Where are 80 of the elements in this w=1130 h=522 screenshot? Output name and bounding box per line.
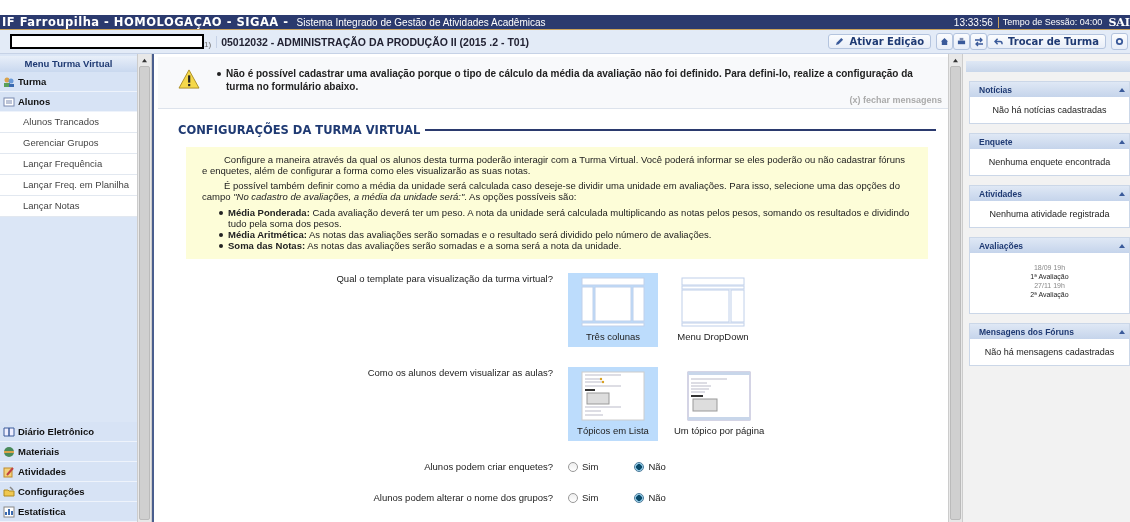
folder-icon <box>3 485 15 498</box>
radio-label: Não <box>648 492 666 503</box>
info-paragraph: Configure a maneira através da qual os alunos desta turma poderão interagir com a Turma Virtual. Você poderá informar se eles poderão ou não cadastrar fóruns e enquetes, além de configurar a forma como eles visualizarão as suas notas. <box>202 154 907 176</box>
settings-button[interactable] <box>1111 33 1128 50</box>
layout-option[interactable]: Três colunas <box>568 273 658 347</box>
panel-text: Nenhuma enquete encontrada <box>988 157 1111 167</box>
menu-item[interactable]: Lançar Frequência <box>0 154 137 175</box>
pencil-icon <box>835 37 845 46</box>
switch-class-button[interactable]: Trocar de Turma <box>987 34 1106 49</box>
menu-section[interactable]: Atividades <box>0 462 137 482</box>
menu-section[interactable]: Alunos <box>0 92 137 112</box>
swap-button[interactable] <box>970 33 987 50</box>
question-label: Alunos podem criar enquetes? <box>423 461 554 472</box>
warning-icon <box>178 69 200 89</box>
menu-title: Menu Turma Virtual <box>0 56 137 72</box>
menu-item[interactable]: Alunos Trancados <box>0 112 137 133</box>
panel-title: Enquete <box>979 136 1013 147</box>
menu-section[interactable]: Configurações <box>0 482 137 502</box>
info-paragraph: É possível também definir como a média da unidade será calculada caso deseje-se dividir uma unidade em avaliações. Para isso, selecione uma das opções do campo "No cadastro de avaliações, a média da unidade será:". As opções possíveis são: <box>202 180 901 202</box>
menu-section[interactable]: Turma <box>0 72 137 92</box>
scrollbar[interactable] <box>137 54 152 522</box>
settings-icon <box>1115 37 1124 46</box>
menu-section[interactable]: Materiais <box>0 442 137 462</box>
radio-button[interactable] <box>634 461 645 472</box>
question-label: Alunos podem alterar o nome dos grupos? <box>372 492 554 503</box>
menu-item[interactable]: Lançar Notas <box>0 196 137 217</box>
scrollbar[interactable] <box>948 54 963 522</box>
menu-item[interactable]: Gerenciar Grupos <box>0 133 137 154</box>
radio-label: Sim <box>582 461 599 472</box>
dropdown-layout-drawing <box>681 277 745 327</box>
radio-button[interactable] <box>568 461 578 472</box>
chart-icon <box>3 505 15 518</box>
question-label: Como os alunos devem visualizar as aulas? <box>366 367 554 380</box>
info-list-item: Soma das Notas: As notas das avaliações serão somadas e a soma será a nota da unidade. <box>219 240 912 251</box>
system-title: IF Farroupilha - HOMOLOGAÇAO - SIGAA - <box>2 15 289 29</box>
course-title: 05012032 - ADMINISTRAÇÃO DA PRODUÇÃO II (2015 .2 - T01) <box>216 35 529 48</box>
logout-link[interactable]: SAI <box>1108 15 1130 29</box>
question-label: Qual o template para visualização da turma virtual? <box>335 273 554 286</box>
back-arrow-icon <box>994 37 1003 46</box>
radio-label: Não <box>648 461 666 472</box>
info-list-item: Média Ponderada: Cada avaliação deverá ter um peso. A nota da unidade será calculada multiplicando as notas pelos pesos, somando os resultados e dividindo tudo pela soma dos pesos. <box>219 207 912 229</box>
layout-option[interactable]: Menu DropDown <box>668 273 758 347</box>
document-pencil-icon <box>3 465 15 478</box>
home-icon <box>940 37 949 46</box>
book-icon <box>3 425 15 438</box>
printer-icon <box>957 37 966 46</box>
section-heading: CONFIGURAÇÕES DA TURMA VIRTUAL <box>178 123 421 137</box>
list-icon <box>3 95 15 108</box>
panel-title: Mensagens dos Fóruns <box>979 326 1074 337</box>
menu-section[interactable]: Diário Eletrônico <box>0 422 137 442</box>
print-button[interactable] <box>953 33 970 50</box>
menu-section[interactable]: Estatística <box>0 502 137 522</box>
session-time: Tempo de Sessão: 04:00 <box>1002 17 1103 27</box>
home-button[interactable] <box>936 33 953 50</box>
edit-button[interactable]: Ativar Edição <box>828 34 931 49</box>
radio-button[interactable] <box>568 492 578 503</box>
scroll-up-icon[interactable] <box>952 58 959 63</box>
three-column-layout-drawing <box>581 277 645 327</box>
swap-arrows-icon <box>973 36 984 47</box>
panel-text: Nenhuma atividade registrada <box>989 209 1110 219</box>
topic-page-drawing <box>687 371 752 421</box>
layout-option[interactable]: Tópicos em Lista <box>568 367 658 441</box>
info-list-item: Média Aritmética: As notas das avaliações serão somadas e o resultado será dividido pelo número de avaliações. <box>219 229 912 240</box>
panel-text: Não há notícias cadastradas <box>992 105 1107 115</box>
user-suffix: 1) <box>204 40 212 49</box>
scroll-up-icon[interactable] <box>141 58 148 63</box>
system-subtitle: Sistema Integrado de Gestão de Atividades Acadêmicas <box>296 16 546 28</box>
panel-title: Avaliações <box>979 240 1024 251</box>
radio-button[interactable] <box>634 492 645 503</box>
topic-list-drawing <box>581 371 645 421</box>
alert-message: Não é possível cadastrar uma avaliação porque o tipo de cálculo da média da avaliação não foi definido. Para defini-lo, realize a configuração da turma no formulário abaixo. <box>216 67 942 93</box>
panel-title: Atividades <box>979 188 1022 199</box>
layout-option[interactable]: Um tópico por página <box>668 367 771 441</box>
clock-text: 13:33:56 <box>953 16 999 28</box>
radio-label: Sim <box>582 492 599 503</box>
panel-title: Notícias <box>979 84 1013 95</box>
people-icon <box>3 75 15 88</box>
menu-item[interactable]: Lançar Freq. em Planilha <box>0 175 137 196</box>
panel-text: Não há mensagens cadastradas <box>984 347 1115 357</box>
globe-icon <box>3 445 15 458</box>
